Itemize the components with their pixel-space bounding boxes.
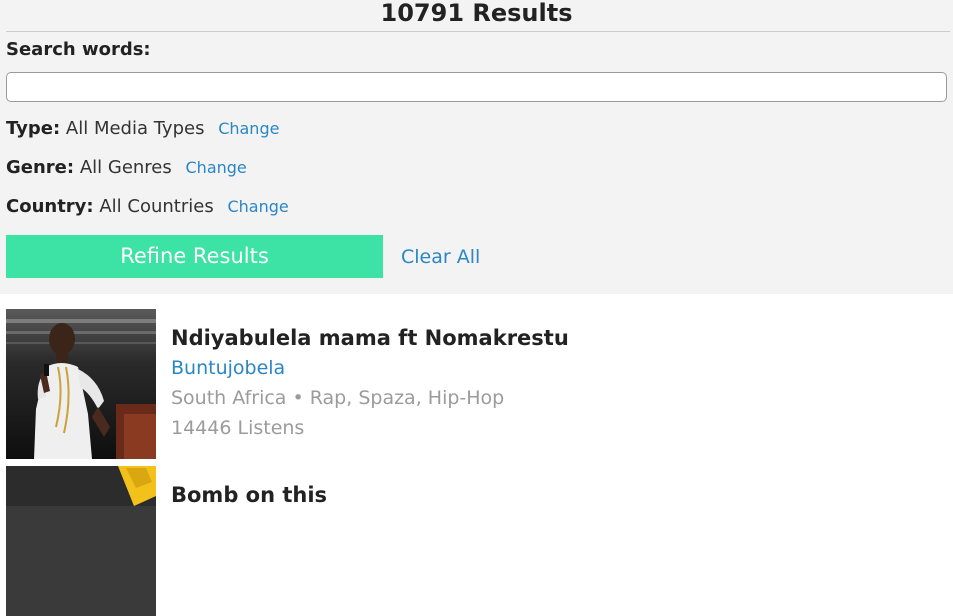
filter-panel: 10791 Results Search words: Type: All Me… [0, 0, 953, 294]
change-genre-link[interactable]: Change [186, 158, 247, 177]
refine-results-button[interactable]: Refine Results [6, 235, 383, 278]
results-count-heading: 10791 Results [380, 0, 573, 27]
result-title[interactable]: Ndiyabulela mama ft Nomakrestu [171, 325, 569, 351]
search-words-label: Search words: [6, 39, 151, 60]
type-filter-label: Type: [6, 118, 61, 139]
result-genres: Rap, Spaza, Hip-Hop [309, 387, 505, 409]
change-country-link[interactable]: Change [227, 197, 288, 216]
change-type-link[interactable]: Change [218, 119, 279, 138]
result-thumbnail[interactable] [6, 466, 156, 616]
result-listens: 14446 Listens [171, 417, 305, 439]
type-filter-value: All Media Types [65, 118, 205, 139]
header-divider [6, 31, 950, 32]
cover-image [6, 466, 156, 616]
result-item[interactable]: Ndiyabulela mama ft Nomakrestu Buntujobe… [0, 309, 953, 459]
genre-filter-label: Genre: [6, 157, 75, 178]
filter-row-genre: Genre: All Genres Change [6, 156, 247, 180]
country-filter-label: Country: [6, 196, 94, 217]
result-item[interactable]: Bomb on this [0, 466, 953, 616]
performer-photo [6, 309, 156, 459]
result-thumbnail[interactable] [6, 309, 156, 459]
search-words-input[interactable] [6, 72, 947, 102]
result-meta: South Africa • Rap, Spaza, Hip-Hop [171, 386, 504, 410]
clear-all-link[interactable]: Clear All [401, 245, 480, 269]
result-artist[interactable]: Buntujobela [171, 356, 285, 380]
filter-row-type: Type: All Media Types Change [6, 117, 279, 141]
filter-row-country: Country: All Countries Change [6, 195, 289, 219]
result-country: South Africa [171, 387, 287, 409]
meta-separator: • [286, 387, 310, 409]
genre-filter-value: All Genres [79, 157, 172, 178]
country-filter-value: All Countries [99, 196, 214, 217]
result-title[interactable]: Bomb on this [171, 482, 327, 508]
